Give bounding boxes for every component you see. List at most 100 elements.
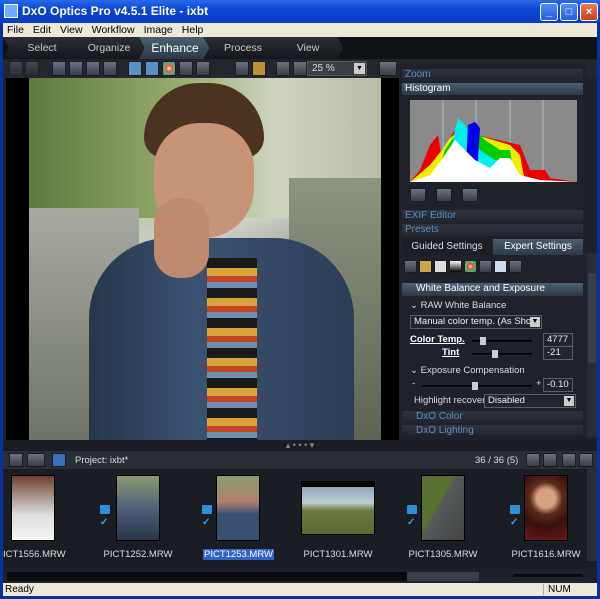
chevron-down-icon: ▼	[564, 396, 574, 406]
thumbnail[interactable]: PICT1305.MRW	[408, 475, 478, 560]
raw-wb-header[interactable]: ⌄ RAW White Balance	[410, 300, 506, 311]
thumbnail-name: PICT1301.MRW	[303, 549, 373, 560]
next-image-icon[interactable]	[25, 61, 39, 76]
wb-icon[interactable]	[404, 260, 417, 273]
settings-scrollbar[interactable]	[587, 253, 597, 437]
open-project-icon[interactable]	[27, 453, 45, 467]
thumbnail[interactable]: PICT1252.MRW	[103, 475, 173, 560]
hand-tool-icon[interactable]	[69, 61, 83, 76]
menu-file[interactable]: File	[3, 23, 29, 36]
num-lock-indicator: NUM	[543, 584, 573, 595]
exposure-slider[interactable]	[422, 382, 532, 390]
guided-settings-tab[interactable]: Guided Settings	[402, 239, 492, 255]
thumbnail[interactable]: PICT1301.MRW	[298, 481, 378, 560]
warning-icon[interactable]	[252, 61, 266, 76]
tab-organize[interactable]: Organize	[69, 37, 149, 59]
right-panel: Zoom Histogram EXIF Editor Presets Guide…	[400, 63, 587, 437]
save-icon[interactable]	[52, 453, 66, 467]
menu-workflow[interactable]: Workflow	[88, 23, 140, 36]
slider-handle[interactable]	[480, 337, 486, 345]
histogram-shadows-icon[interactable]	[410, 188, 426, 202]
window-title: DxO Optics Pro v4.5.1 Elite - ixbt	[22, 4, 209, 18]
color-icon[interactable]	[464, 260, 477, 273]
crop-tool-icon[interactable]	[103, 61, 117, 76]
slider-handle[interactable]	[472, 382, 478, 390]
tab-process[interactable]: Process	[203, 37, 283, 59]
view-list-icon[interactable]	[526, 453, 540, 467]
histogram-section[interactable]: Histogram	[402, 83, 583, 95]
thumbnail[interactable]: PICT1253.MRW	[203, 475, 274, 560]
tint-label: Tint	[442, 347, 460, 358]
wb-mode-select[interactable]: Manual color temp. (As Shot) ▼	[410, 315, 542, 329]
histogram-highlights-icon[interactable]	[462, 188, 478, 202]
chevron-down-icon: ▼	[354, 63, 365, 74]
exposure-field[interactable]: -0.10	[543, 378, 573, 392]
thumbnail-name: PICT1305.MRW	[408, 549, 478, 560]
tint-field[interactable]: -21	[543, 346, 573, 360]
menu-image[interactable]: Image	[140, 23, 178, 36]
menu-view[interactable]: View	[56, 23, 88, 36]
exif-editor-section[interactable]: EXIF Editor	[402, 210, 583, 222]
fullscreen-icon[interactable]	[379, 61, 397, 76]
zoom-tool-icon[interactable]	[86, 61, 100, 76]
lens-icon[interactable]	[419, 260, 432, 273]
panel-splitter[interactable]: ▴ • • • ▾	[3, 440, 597, 451]
highlight-recovery-value: Disabled	[488, 395, 525, 406]
mask-icon[interactable]	[196, 61, 210, 76]
menu-edit[interactable]: Edit	[29, 23, 56, 36]
tab-enhance[interactable]: Enhance	[139, 37, 211, 59]
split-view-icon[interactable]	[145, 61, 159, 76]
project-icon[interactable]	[9, 453, 23, 467]
color-temp-slider[interactable]	[472, 337, 532, 345]
menu-help[interactable]: Help	[178, 23, 209, 36]
project-name: Project: ixbt*	[75, 455, 129, 466]
expert-settings-tab[interactable]: Expert Settings	[493, 239, 583, 255]
crop-icon[interactable]	[509, 260, 522, 273]
contrast-icon[interactable]	[479, 260, 492, 273]
single-view-icon[interactable]	[562, 453, 576, 467]
highlight-recovery-select[interactable]: Disabled ▼	[484, 394, 576, 408]
thumbnail[interactable]: ICT1556.MRW	[3, 475, 66, 560]
thumbnail-name: ICT1556.MRW	[3, 549, 66, 560]
chevron-down-icon: ▼	[530, 317, 540, 327]
minus-label: -	[412, 378, 416, 389]
scroll-thumb[interactable]	[407, 572, 479, 581]
prev-image-icon[interactable]	[9, 61, 23, 76]
fit-icon[interactable]	[276, 61, 290, 76]
grid-icon[interactable]	[235, 61, 249, 76]
image-viewer[interactable]	[6, 78, 399, 440]
straighten-icon[interactable]	[179, 61, 193, 76]
tab-view[interactable]: View	[273, 37, 343, 59]
compare-view-icon[interactable]	[579, 453, 593, 467]
dxo-lighting-section[interactable]: DxO Lighting	[402, 425, 583, 435]
status-bar: Ready NUM	[3, 583, 597, 596]
geometry-icon[interactable]	[494, 260, 507, 273]
filmstrip-hscroll[interactable]	[7, 572, 407, 581]
white-balance-section[interactable]: White Balance and Exposure	[402, 283, 583, 296]
thumbnail[interactable]: PICT1616.MRW	[508, 475, 584, 560]
actual-size-icon[interactable]	[293, 61, 307, 76]
plus-label: +	[536, 378, 542, 389]
menu-bar: File Edit View Workflow Image Help	[3, 23, 597, 37]
color-picker-icon[interactable]	[162, 61, 176, 76]
zoom-select[interactable]: 25 % ▼	[307, 61, 367, 76]
compare-icon[interactable]	[128, 61, 142, 76]
thumbnail-size-slider[interactable]	[513, 574, 583, 577]
exposure-icon[interactable]	[449, 260, 462, 273]
filmstrip-vscroll[interactable]	[587, 469, 597, 561]
tab-select[interactable]: Select	[3, 37, 81, 59]
maximize-button[interactable]: □	[560, 3, 578, 21]
histogram-midtones-icon[interactable]	[436, 188, 452, 202]
noise-icon[interactable]	[434, 260, 447, 273]
close-button[interactable]: ×	[580, 3, 598, 21]
minimize-button[interactable]: _	[540, 3, 558, 21]
presets-section[interactable]: Presets	[402, 224, 583, 236]
exposure-header[interactable]: ⌄ Exposure Compensation	[410, 365, 525, 376]
view-grid-icon[interactable]	[543, 453, 557, 467]
tint-slider[interactable]	[472, 350, 532, 358]
color-temp-field[interactable]: 4777	[543, 333, 573, 347]
dxo-color-section[interactable]: DxO Color	[402, 411, 583, 423]
slider-handle[interactable]	[492, 350, 498, 358]
zoom-section[interactable]: Zoom	[402, 69, 583, 81]
select-tool-icon[interactable]	[52, 61, 66, 76]
